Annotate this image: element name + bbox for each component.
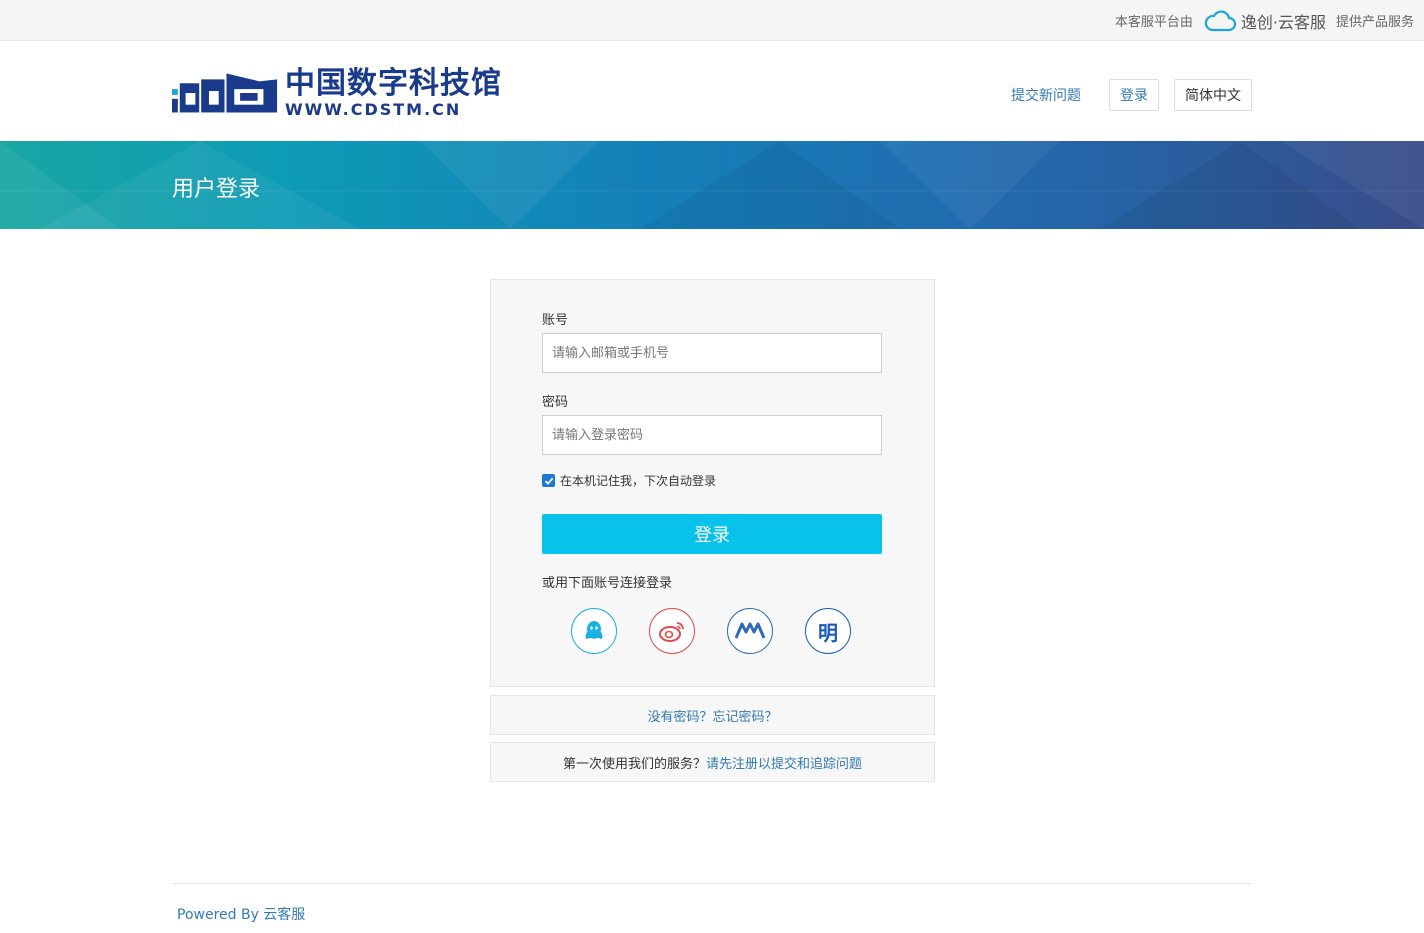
account-input[interactable] bbox=[542, 333, 882, 373]
checkmark-icon bbox=[544, 477, 553, 485]
provider-suffix: 提供产品服务 bbox=[1335, 15, 1414, 30]
qq-icon bbox=[585, 621, 603, 639]
provider-brand-link[interactable]: 逸创·云客服 bbox=[1203, 9, 1326, 33]
password-input[interactable] bbox=[542, 415, 882, 455]
login-form: 账号 密码 在本机记住我，下次自动登录 登录 或用下面账号连接登录 bbox=[490, 279, 935, 687]
language-selector[interactable]: 简体中文 bbox=[1174, 79, 1252, 111]
social-login-list: 明 bbox=[571, 608, 883, 654]
remember-checkbox[interactable] bbox=[542, 474, 555, 487]
remember-me[interactable]: 在本机记住我，下次自动登录 bbox=[542, 472, 716, 489]
submit-issue-link[interactable]: 提交新问题 bbox=[1011, 85, 1081, 105]
register-row: 第一次使用我们的服务？ 请先注册以提交和追踪问题 bbox=[490, 742, 935, 782]
provider-info: 本客服平台由 逸创·云客服 提供产品服务 bbox=[1115, 0, 1414, 41]
cloud-icon bbox=[1204, 9, 1236, 31]
provider-prefix: 本客服平台由 bbox=[1114, 15, 1193, 30]
ww-icon bbox=[734, 622, 766, 639]
weibo-login-button[interactable] bbox=[649, 608, 695, 654]
provider-brand-name: 逸创·云客服 bbox=[1240, 12, 1326, 32]
header-nav: 提交新问题 登录 简体中文 bbox=[1011, 79, 1252, 111]
logo-chinese-name: 中国数字科技馆 bbox=[285, 66, 502, 101]
forgot-password-link[interactable]: 没有密码？忘记密码？ bbox=[647, 706, 777, 725]
ming-login-button[interactable]: 明 bbox=[805, 608, 851, 654]
qq-login-button[interactable] bbox=[571, 608, 617, 654]
remember-label: 在本机记住我，下次自动登录 bbox=[560, 474, 717, 488]
register-link[interactable]: 请先注册以提交和追踪问题 bbox=[706, 753, 862, 772]
forgot-password-row: 没有密码？忘记密码？ bbox=[490, 695, 935, 735]
top-bar: 本客服平台由 逸创·云客服 提供产品服务 bbox=[0, 0, 1424, 41]
logo-url: WWW.CDSTM.CN bbox=[285, 100, 462, 119]
ww-login-button[interactable] bbox=[727, 608, 773, 654]
site-logo[interactable]: 中国数字科技馆 WWW.CDSTM.CN bbox=[172, 65, 502, 121]
login-button[interactable]: 登录 bbox=[1109, 79, 1159, 111]
weibo-icon bbox=[659, 622, 684, 642]
page-title: 用户登录 bbox=[172, 177, 261, 202]
logo-text: 中国数字科技馆 WWW.CDSTM.CN bbox=[285, 67, 502, 119]
account-label: 账号 bbox=[542, 313, 569, 328]
header: 中国数字科技馆 WWW.CDSTM.CN 提交新问题 登录 简体中文 bbox=[0, 41, 1424, 141]
logo-mark-icon bbox=[172, 73, 278, 113]
password-label: 密码 bbox=[542, 395, 569, 410]
ming-icon: 明 bbox=[818, 620, 838, 645]
footer-divider bbox=[172, 883, 1252, 884]
social-login-prompt: 或用下面账号连接登录 bbox=[542, 576, 673, 591]
first-time-text: 第一次使用我们的服务？ bbox=[562, 756, 706, 772]
page-banner: 用户登录 bbox=[0, 141, 1424, 229]
powered-by-link[interactable]: Powered By 云客服 bbox=[177, 904, 305, 924]
submit-login-button[interactable]: 登录 bbox=[542, 514, 882, 554]
